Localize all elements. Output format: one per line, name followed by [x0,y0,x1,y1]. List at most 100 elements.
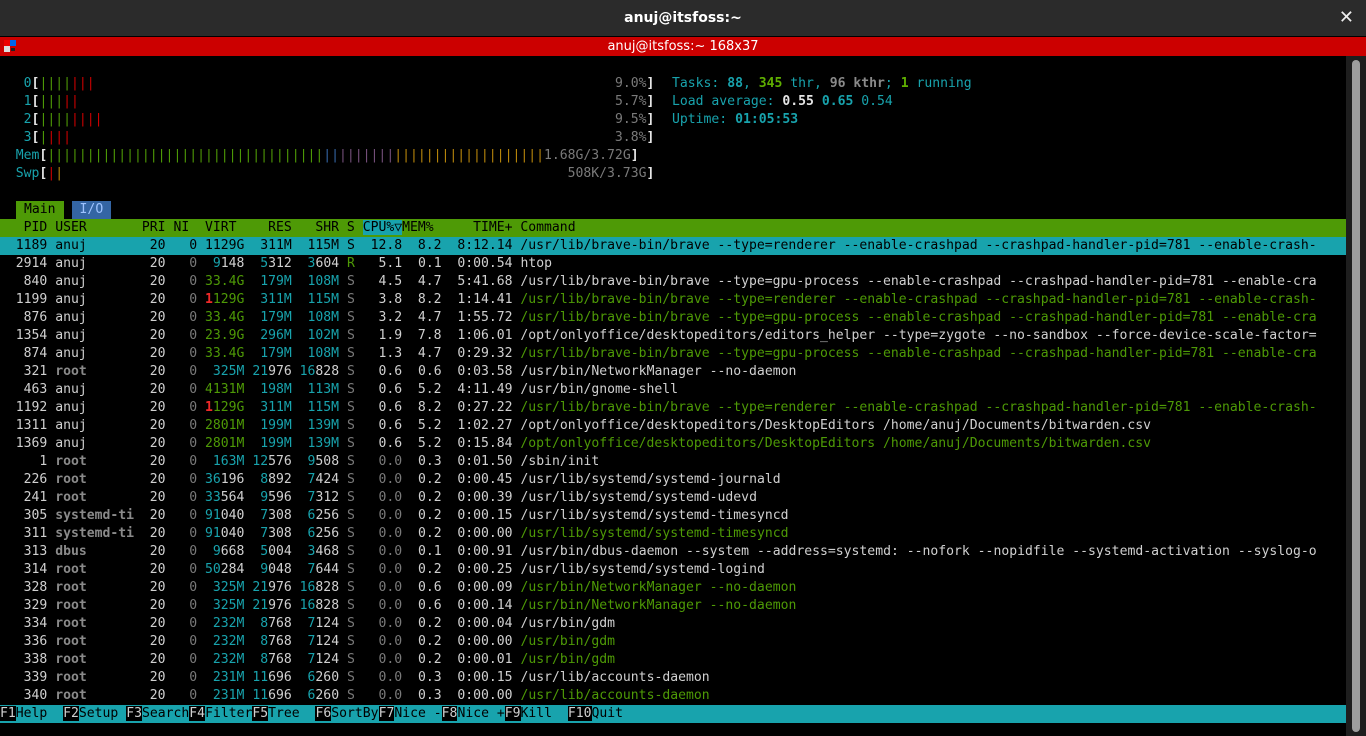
process-row[interactable]: 1354 anuj 20 0 23.9G 296M 102M S 1.9 7.8… [0,327,1346,345]
process-row[interactable]: 1311 anuj 20 0 2801M 199M 139M S 0.6 5.2… [0,417,1346,435]
fkey-label-f8[interactable]: Nice + [457,706,505,721]
process-time: 0:03.58 [449,364,521,379]
process-row[interactable]: 314 root 20 0 50284 9048 7644 S 0.0 0.2 … [0,561,1346,579]
column-header-pid[interactable]: PID [0,220,55,235]
virt-digit: 232M [205,634,253,649]
process-row[interactable]: 321 root 20 0 325M 21976 16828 S 0.6 0.6… [0,363,1346,381]
process-row[interactable]: 305 systemd-ti 20 0 91040 7308 6256 S 0.… [0,507,1346,525]
process-shr: 7424 [300,472,347,487]
process-priority: 20 [141,616,174,631]
process-row[interactable]: 463 anuj 20 0 4131M 198M 113M S 0.6 5.2 … [0,381,1346,399]
process-res: 7308 [252,508,299,523]
process-time: 0:00.15 [449,508,521,523]
close-icon[interactable]: ✕ [1339,0,1354,36]
process-nice: 0 [173,508,205,523]
fkey-f9[interactable]: F9 [504,706,521,721]
fkey-label-f3[interactable]: Search [141,706,190,721]
process-row[interactable]: 2914 anuj 20 0 9148 5312 3604 R 5.1 0.1 … [0,255,1346,273]
fkey-f7[interactable]: F7 [378,706,395,721]
fkey-f4[interactable]: F4 [189,706,206,721]
fkey-f5[interactable]: F5 [252,706,269,721]
column-header-ni[interactable]: NI [173,220,197,235]
process-virt: 325M [205,580,252,595]
column-header-pri[interactable]: PRI [134,220,173,235]
process-cpu: 0.0 [362,634,411,649]
shr-digit: 256 [315,526,347,541]
mem-bar-shared: ||||||| [339,148,395,163]
column-header-time[interactable]: TIME+ [449,220,520,235]
process-row[interactable]: 1199 anuj 20 0 1129G 311M 115M S 3.8 8.2… [0,291,1346,309]
res-digit: 7 [252,526,269,541]
column-header-cpu-sorted[interactable]: CPU%▽ [362,220,403,235]
fkey-label-f1[interactable]: Help [15,706,64,721]
process-time: 5:41.68 [449,274,521,289]
meter-bracket: ] [630,148,639,163]
process-state: S [346,634,363,649]
column-header-user[interactable]: USER [55,220,134,235]
cpu-bar-kernel: || [63,94,79,109]
column-header-res[interactable]: RES [244,220,299,235]
shr-digit: 7 [299,562,316,577]
process-nice: 0 [173,562,205,577]
process-res: 9596 [252,490,299,505]
virt-digit: 1 [205,400,213,415]
process-row[interactable]: 328 root 20 0 325M 21976 16828 S 0.0 0.6… [0,579,1346,597]
process-state: S [346,472,363,487]
process-virt: 91040 [205,508,252,523]
fkey-label-f2[interactable]: Setup [78,706,127,721]
process-virt: 2801M [205,418,252,433]
process-row[interactable]: 336 root 20 0 232M 8768 7124 S 0.0 0.2 0… [0,633,1346,651]
column-header-mem[interactable]: MEM% [402,220,449,235]
process-row[interactable]: 340 root 20 0 231M 11696 6260 S 0.0 0.3 … [0,687,1346,705]
terminal-multiplexer-icon[interactable] [4,40,16,52]
process-row[interactable]: 1192 anuj 20 0 1129G 311M 115M S 0.6 8.2… [0,399,1346,417]
shr-digit: 9 [299,454,316,469]
process-row[interactable]: 226 root 20 0 36196 8892 7424 S 0.0 0.2 … [0,471,1346,489]
meter-fill [103,112,615,127]
fkey-f3[interactable]: F3 [126,706,142,721]
fkey-label-f7[interactable]: Nice - [394,706,442,721]
fkey-f1[interactable]: F1 [0,706,16,721]
swap-meter: Swp[|| 508K/3.73G] [0,165,655,183]
fkey-label-f9[interactable]: Kill [520,706,568,721]
fkey-label-f6[interactable]: SortBy [331,706,379,721]
process-row[interactable]: 329 root 20 0 325M 21976 16828 S 0.0 0.6… [0,597,1346,615]
fkey-f2[interactable]: F2 [63,706,79,721]
column-header-state[interactable]: S [347,220,363,235]
process-row[interactable]: 874 anuj 20 0 33.4G 179M 108M S 1.3 4.7 … [0,345,1346,363]
fkey-f8[interactable]: F8 [441,706,458,721]
scrollbar-thumb[interactable] [1352,60,1360,732]
process-row[interactable]: 313 dbus 20 0 9668 5004 3468 S 0.0 0.1 0… [0,543,1346,561]
process-res: 296M [252,328,299,343]
process-row[interactable]: 1189 anuj 20 0 1129G 311M 115M S 12.8 8.… [0,237,1346,255]
fkey-label-f4[interactable]: Filter [205,706,253,721]
fkey-label-f5[interactable]: Tree [268,706,316,721]
process-row[interactable]: 339 root 20 0 231M 11696 6260 S 0.0 0.3 … [0,669,1346,687]
res-digit: 11 [252,688,269,703]
column-header-shr[interactable]: SHR [300,220,347,235]
fkey-label-f10[interactable]: Quit [591,706,639,721]
fkey-f10[interactable]: F10 [567,706,592,721]
column-header-virt[interactable]: VIRT [197,220,244,235]
process-row[interactable]: 876 anuj 20 0 33.4G 179M 108M S 3.2 4.7 … [0,309,1346,327]
fkey-f6[interactable]: F6 [315,706,332,721]
tab-io[interactable]: I/O [71,201,112,219]
process-priority: 20 [141,364,174,379]
process-row[interactable]: 1369 anuj 20 0 2801M 199M 139M S 0.6 5.2… [0,435,1346,453]
process-row[interactable]: 241 root 20 0 33564 9596 7312 S 0.0 0.2 … [0,489,1346,507]
tab-main[interactable]: Main [16,201,64,219]
process-priority: 20 [141,310,174,325]
process-virt: 325M [205,598,252,613]
process-row[interactable]: 1 root 20 0 163M 12576 9508 S 0.0 0.3 0:… [0,453,1346,471]
process-row[interactable]: 840 anuj 20 0 33.4G 179M 108M S 4.5 4.7 … [0,273,1346,291]
shr-digit: 124 [315,652,347,667]
htop-terminal[interactable]: 0[||||||| 9.0%] 1[||||| 5.7%] 2[|||||||| [0,56,1346,736]
process-priority: 20 [141,580,174,595]
process-res: 8892 [252,472,299,487]
process-row[interactable]: 311 systemd-ti 20 0 91040 7308 6256 S 0.… [0,525,1346,543]
process-row[interactable]: 338 root 20 0 232M 8768 7124 S 0.0 0.2 0… [0,651,1346,669]
column-header-command[interactable]: Command [520,220,575,235]
process-row[interactable]: 334 root 20 0 232M 8768 7124 S 0.0 0.2 0… [0,615,1346,633]
terminal-scrollbar[interactable] [1346,56,1366,736]
process-time: 0:00.15 [449,670,521,685]
